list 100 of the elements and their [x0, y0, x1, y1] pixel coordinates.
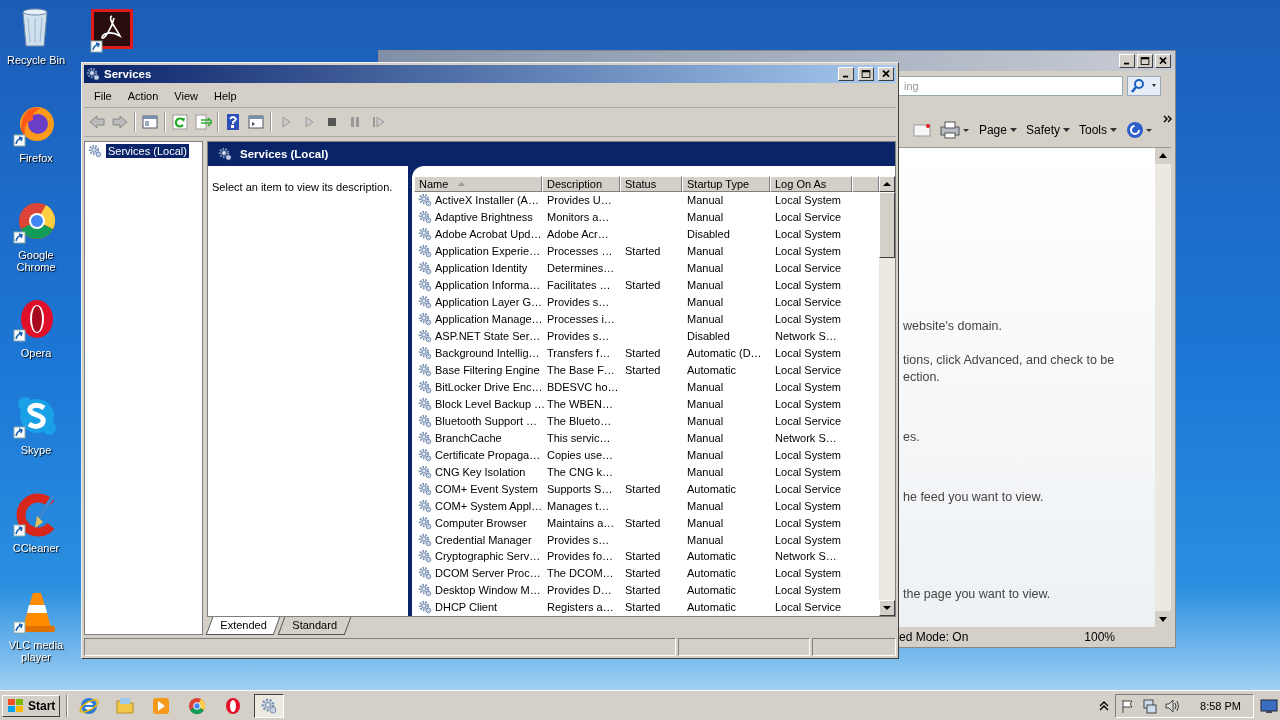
- service-name[interactable]: Application Layer G…: [435, 296, 542, 309]
- minimize-icon[interactable]: [838, 67, 854, 81]
- service-name[interactable]: ASP.NET State Ser…: [435, 330, 541, 343]
- table-cell: Local System: [775, 279, 842, 292]
- table-cell: Local System: [775, 397, 842, 410]
- chat-cloud-icon[interactable]: [13, 394, 59, 440]
- gear-icon: [418, 447, 432, 462]
- table-cell: Manual: [687, 296, 724, 309]
- table-cell: Provides D…: [547, 584, 612, 597]
- table-cell: Local Service: [775, 211, 842, 224]
- taskbar-button[interactable]: [254, 693, 285, 718]
- service-name[interactable]: Computer Browser: [435, 516, 527, 529]
- scroll-down-icon[interactable]: [879, 600, 895, 616]
- gear-icon: [418, 532, 432, 547]
- table-cell: Processes …: [547, 245, 613, 258]
- close-icon[interactable]: [1155, 54, 1171, 68]
- table-cell: Started: [625, 347, 661, 360]
- description-text: Select an item to view its description.: [212, 181, 393, 193]
- search-icon[interactable]: [1127, 76, 1161, 96]
- table-cell: Local System: [775, 567, 842, 580]
- table-cell: Local Service: [775, 296, 842, 309]
- speaker-icon[interactable]: [1164, 697, 1181, 714]
- table-cell: Transfers f…: [547, 347, 611, 360]
- table-cell: Started: [625, 279, 661, 292]
- table-cell: Local System: [775, 313, 842, 326]
- table-cell: Local System: [775, 245, 842, 258]
- maximize-icon[interactable]: [858, 67, 874, 81]
- scroll-up-icon[interactable]: [1155, 148, 1171, 164]
- table-cell: Manages t…: [547, 499, 610, 512]
- document-shortcut-icon[interactable]: [90, 8, 134, 54]
- tab[interactable]: Standard: [278, 617, 352, 635]
- service-name[interactable]: Base Filtering Engine: [435, 364, 540, 376]
- scroll-thumb[interactable]: [879, 192, 895, 258]
- close-icon[interactable]: [878, 67, 894, 81]
- service-name[interactable]: CNG Key Isolation: [435, 465, 526, 478]
- clock[interactable]: 8:58 PM: [1200, 699, 1241, 712]
- service-name[interactable]: Application Manage…: [435, 313, 543, 326]
- scrollbar[interactable]: [1155, 148, 1171, 627]
- column-header[interactable]: Description: [542, 176, 620, 192]
- show-desktop-icon[interactable]: [1260, 697, 1278, 714]
- service-name[interactable]: Credential Manager: [435, 533, 532, 546]
- menu-item[interactable]: Action: [119, 88, 167, 104]
- zoom-level[interactable]: 100%: [1084, 630, 1115, 644]
- panel-title: Services (Local): [240, 148, 329, 160]
- column-header[interactable]: Log On As: [770, 176, 852, 192]
- properties-icon[interactable]: [247, 113, 265, 131]
- table-cell: Manual: [687, 245, 724, 258]
- service-name[interactable]: Cryptographic Serv…: [435, 550, 541, 563]
- chevron-icon[interactable]: [1163, 115, 1173, 123]
- service-name[interactable]: DCOM Server Proc…: [435, 567, 541, 580]
- column-header[interactable]: Name: [414, 176, 542, 192]
- table-cell: Monitors a…: [547, 211, 610, 224]
- service-name[interactable]: Application Identity: [435, 262, 528, 275]
- column-header[interactable]: Status: [620, 176, 682, 192]
- page-text: the page you want to view.: [903, 586, 1052, 603]
- service-name[interactable]: Adobe Acrobat Upd…: [435, 228, 542, 241]
- tab[interactable]: Extended: [205, 617, 281, 635]
- scroll-up-icon[interactable]: [879, 176, 895, 192]
- caret-icon: [1063, 128, 1070, 132]
- icon-label: VLC media player: [7, 639, 65, 663]
- caret-icon: [1110, 128, 1117, 132]
- table-cell: Determines…: [547, 262, 615, 275]
- expand-icon[interactable]: [1099, 699, 1110, 712]
- service-name[interactable]: DHCP Client: [435, 601, 498, 614]
- tree-item[interactable]: Services (Local): [106, 144, 189, 158]
- minimize-icon[interactable]: [1119, 54, 1135, 68]
- printer-icon[interactable]: [939, 121, 970, 139]
- service-name[interactable]: Application Informa…: [435, 279, 541, 292]
- network-icon[interactable]: [1142, 697, 1159, 714]
- service-name[interactable]: COM+ System Appl…: [435, 499, 543, 512]
- menu-button[interactable]: Page: [978, 123, 1017, 137]
- service-name[interactable]: Background Intellig…: [435, 347, 540, 360]
- service-name[interactable]: Certificate Propaga…: [435, 448, 541, 461]
- table-cell: Network S…: [775, 431, 837, 444]
- menu-button[interactable]: Safety: [1025, 123, 1070, 137]
- maximize-icon[interactable]: [1137, 54, 1153, 68]
- table-cell: Automatic: [687, 364, 736, 376]
- service-name[interactable]: BranchCache: [435, 431, 502, 444]
- table-cell: Manual: [687, 499, 724, 512]
- menu-item[interactable]: View: [166, 88, 206, 104]
- menu-button[interactable]: Tools: [1079, 123, 1117, 137]
- service-name[interactable]: Application Experie…: [435, 245, 541, 258]
- service-name[interactable]: ActiveX Installer (A…: [435, 194, 539, 207]
- service-name[interactable]: Desktop Window M…: [435, 584, 541, 597]
- refresh-icon[interactable]: [171, 113, 189, 131]
- menu-item[interactable]: File: [86, 88, 120, 104]
- service-name[interactable]: Block Level Backup …: [435, 397, 546, 410]
- service-name[interactable]: Bluetooth Support …: [435, 414, 538, 427]
- service-name[interactable]: Adaptive Brightness: [435, 211, 533, 224]
- export-icon[interactable]: [194, 113, 212, 131]
- table-cell: Started: [625, 567, 661, 580]
- service-name[interactable]: COM+ Event System: [435, 482, 538, 495]
- menu-item[interactable]: Help: [205, 88, 245, 104]
- table-cell: Started: [625, 482, 661, 495]
- service-name[interactable]: BitLocker Drive Enc…: [435, 380, 543, 393]
- scrollbar[interactable]: [879, 176, 895, 616]
- mail-icon[interactable]: [912, 123, 931, 137]
- column-header[interactable]: Startup Type: [682, 176, 770, 192]
- panel-icon[interactable]: [141, 113, 159, 131]
- start-button[interactable]: Start: [2, 694, 61, 717]
